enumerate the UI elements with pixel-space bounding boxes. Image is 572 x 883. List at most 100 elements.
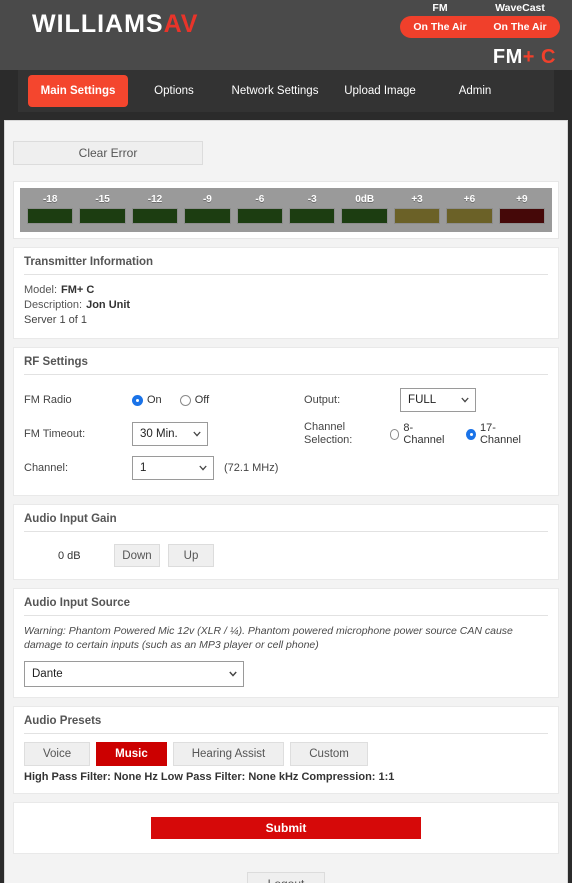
meter-segment-bar (393, 208, 441, 224)
audio-input-source-title: Audio Input Source (24, 595, 548, 616)
meter-segment-label: -6 (255, 194, 265, 205)
tab-network-settings[interactable]: Network Settings (220, 77, 330, 105)
tab-admin[interactable]: Admin (430, 77, 520, 105)
audio-presets-buttons: Voice Music Hearing Assist Custom (24, 742, 548, 766)
meter-segment-bar (446, 208, 493, 224)
fm-timeout-value: 30 Min. (140, 428, 178, 440)
audio-level-meter-card: -18 -15 -12 -9 -6 -3 0dB +3 +6 +9 (13, 181, 559, 239)
meter-segment: -18 (27, 192, 74, 224)
rf-settings-section: RF Settings FM Radio On Off FM Timeout: … (13, 347, 559, 496)
radio-selected-icon (132, 394, 143, 406)
model-badge-fm: FM (492, 46, 523, 68)
fm-timeout-row: FM Timeout: 30 Min. (24, 417, 304, 451)
channel-row: Channel: 1 (72.1 MHz) (24, 451, 304, 485)
rf-settings-title: RF Settings (24, 354, 548, 375)
meter-segment: -12 (131, 192, 179, 224)
preset-hearing-assist-button[interactable]: Hearing Assist (172, 742, 285, 766)
fm-radio-row: FM Radio On Off (24, 383, 304, 417)
gain-up-button[interactable]: Up (168, 544, 214, 567)
meter-segment-label: +3 (411, 194, 423, 205)
fm-timeout-select[interactable]: 30 Min. (132, 422, 208, 446)
meter-segment-label: -12 (147, 194, 163, 205)
rf-settings-left-column: FM Radio On Off FM Timeout: 30 Min. Chan… (24, 383, 304, 485)
meter-segment-bar (184, 208, 231, 224)
meter-segment-label: -15 (95, 194, 110, 205)
fm-radio-label: FM Radio (24, 393, 72, 406)
model-label: Model: (24, 284, 58, 296)
output-select[interactable]: FULL (400, 388, 477, 412)
app-window: WILLIAMSAV FM WaveCast On The Air On The… (0, 0, 572, 883)
tab-upload-image[interactable]: Upload Image (330, 77, 430, 105)
tab-main-settings[interactable]: Main Settings (28, 75, 128, 107)
channel-selection-8-option[interactable]: 8-Channel (389, 422, 449, 446)
channel-selection-label-line1: Channel (304, 421, 346, 433)
radio-unselected-icon (179, 394, 191, 406)
audio-input-source-value: Dante (32, 668, 63, 680)
logout-row: Logout (5, 862, 567, 883)
channel-frequency: (72.1 MHz) (224, 462, 279, 474)
logout-button[interactable]: Logout (247, 872, 325, 883)
fm-radio-on-option[interactable]: On (132, 394, 162, 406)
channel-label: Channel: (24, 461, 69, 474)
phantom-power-warning: Warning: Phantom Powered Mic 12v (XLR / … (24, 625, 513, 651)
logo-text-av: AV (163, 10, 199, 38)
meter-segment-label: -18 (42, 194, 58, 205)
channel-select[interactable]: 1 (132, 456, 214, 480)
on-air-status-cluster: FM WaveCast On The Air On The Air (400, 2, 560, 38)
model-badge: FM+ C (493, 46, 556, 69)
meter-segment-bar (27, 208, 74, 224)
fm-radio-off-option[interactable]: Off (179, 394, 210, 406)
audio-input-gain-title: Audio Input Gain (24, 511, 548, 532)
gain-down-button[interactable]: Down (114, 544, 160, 567)
meter-segment-label: -9 (202, 194, 212, 205)
on-air-badge-group: On The Air On The Air (400, 16, 560, 38)
fm-timeout-label: FM Timeout: (24, 427, 86, 440)
status-badge-wavecast: On The Air (493, 21, 547, 33)
meter-segment-bar (289, 208, 336, 224)
channel-selection-label: Channel Selection: (304, 421, 389, 447)
chevron-down-icon (199, 465, 207, 471)
audio-presets-section: Audio Presets Voice Music Hearing Assist… (13, 706, 559, 794)
model-row: Model: FM+ C (24, 283, 548, 298)
clear-error-button[interactable]: Clear Error (13, 141, 203, 165)
submit-card: Submit (13, 802, 559, 854)
preset-custom-button[interactable]: Custom (290, 742, 368, 766)
status-label-wavecast: WaveCast (495, 2, 545, 14)
model-value: FM+ C (61, 284, 95, 296)
channel-selection-8-label: 8-Channel (403, 422, 445, 446)
meter-segment-label: +9 (516, 194, 528, 205)
meter-segment: +6 (446, 192, 493, 224)
rf-settings-grid: FM Radio On Off FM Timeout: 30 Min. Chan… (24, 383, 548, 485)
preset-music-button[interactable]: Music (96, 742, 167, 766)
description-label: Description: (24, 299, 83, 311)
output-label: Output: (304, 393, 341, 406)
chevron-down-icon (461, 397, 469, 403)
fm-radio-on-label: On (147, 394, 162, 406)
chevron-down-icon (193, 431, 201, 437)
meter-segment: +9 (498, 192, 546, 224)
audio-presets-title: Audio Presets (24, 713, 548, 734)
audio-level-meter: -18 -15 -12 -9 -6 -3 0dB +3 +6 +9 (20, 188, 552, 232)
main-navigation: Main Settings Options Network Settings U… (18, 70, 554, 112)
channel-value: 1 (140, 462, 147, 474)
tab-options[interactable]: Options (128, 77, 220, 105)
audio-input-source-select[interactable]: Dante (24, 661, 244, 687)
meter-segment-bar (341, 208, 388, 224)
preset-voice-button[interactable]: Voice (24, 742, 91, 766)
server-count: Server 1 of 1 (24, 314, 87, 326)
channel-selection-row: Channel Selection: 8-Channel 17-Channel (304, 417, 548, 451)
page-content: Clear Error -18 -15 -12 -9 -6 -3 0dB +3 … (4, 120, 568, 883)
meter-segment: +3 (393, 192, 441, 224)
meter-segment: -9 (184, 192, 231, 224)
meter-segment: -6 (236, 192, 284, 224)
radio-unselected-icon (389, 428, 400, 440)
audio-input-gain-controls: 0 dB Down Up (24, 540, 548, 569)
rf-settings-right-column: Output: FULL Channel Selection: 8-Channe… (304, 383, 548, 485)
channel-selection-label-line2: Selection: (304, 434, 353, 446)
meter-segment-label: 0dB (355, 194, 375, 205)
submit-button[interactable]: Submit (151, 817, 421, 839)
logo-text-s: S (145, 10, 164, 38)
model-badge-plus: + (522, 46, 535, 68)
channel-selection-17-option[interactable]: 17-Channel (466, 422, 530, 446)
fm-radio-off-label: Off (194, 394, 210, 406)
